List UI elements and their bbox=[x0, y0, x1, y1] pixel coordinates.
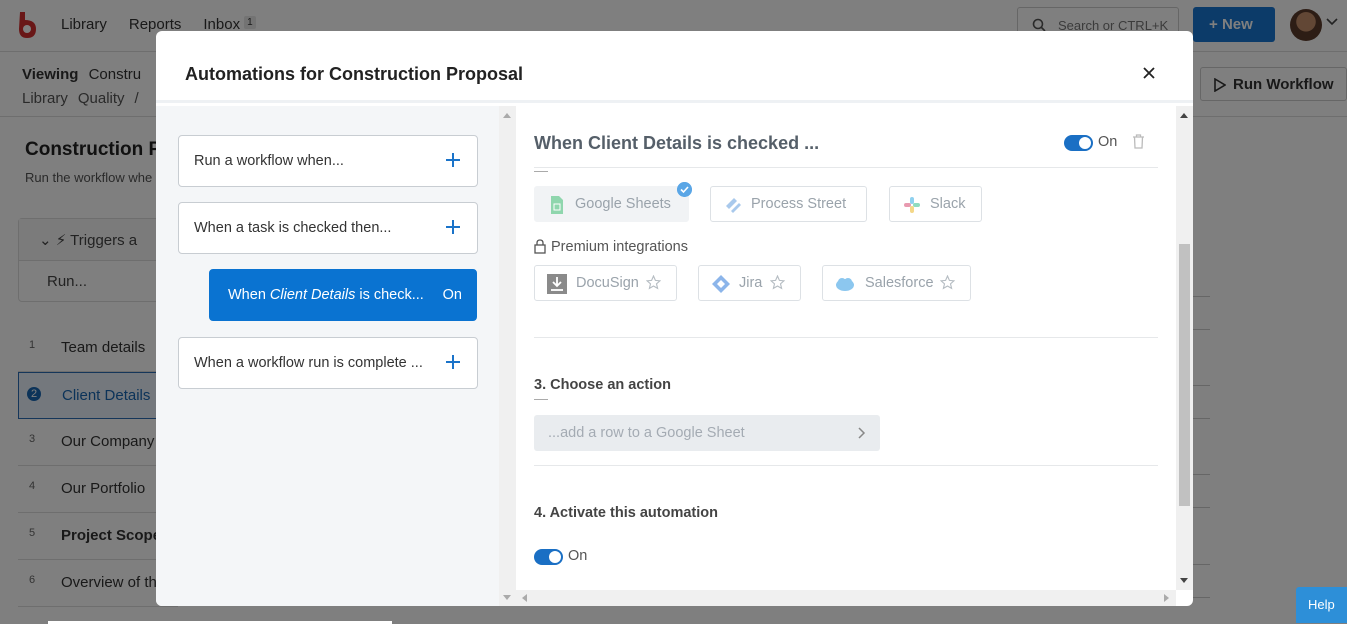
run-workflow-when-item[interactable]: Run a workflow when... bbox=[178, 135, 478, 187]
plus-icon[interactable] bbox=[445, 152, 461, 168]
scroll-down-icon[interactable] bbox=[503, 595, 511, 601]
action-label: ...add a row to a Google Sheet bbox=[548, 425, 745, 441]
scrollbar-thumb[interactable] bbox=[1179, 244, 1190, 506]
divider bbox=[534, 167, 1158, 168]
step3-heading: 3. Choose an action bbox=[534, 377, 671, 393]
right-scrollbar[interactable] bbox=[1176, 106, 1193, 590]
scroll-left-icon[interactable] bbox=[521, 594, 527, 602]
label-post: is check... bbox=[355, 287, 424, 303]
jira-option[interactable]: Jira bbox=[698, 265, 801, 301]
premium-label-text: Premium integrations bbox=[551, 239, 688, 255]
item-label: Run a workflow when... bbox=[194, 153, 344, 169]
activate-toggle[interactable] bbox=[534, 549, 563, 565]
automations-modal: Automations for Construction Proposal Ru… bbox=[156, 31, 1193, 606]
label-task-name: Client Details bbox=[269, 287, 356, 303]
scroll-up-icon[interactable] bbox=[503, 112, 511, 118]
option-label: Salesforce bbox=[865, 275, 934, 291]
item-label: When a workflow run is complete ... bbox=[194, 355, 423, 371]
automation-list: Run a workflow when... When a task is ch… bbox=[156, 106, 499, 606]
option-label: Jira bbox=[739, 275, 763, 291]
modal-title: Automations for Construction Proposal bbox=[185, 64, 524, 84]
premium-integrations-label: Premium integrations bbox=[534, 239, 688, 255]
automation-title: When Client Details is checked ... bbox=[534, 133, 820, 153]
choose-action-button[interactable]: ...add a row to a Google Sheet bbox=[534, 415, 880, 451]
scroll-down-icon[interactable] bbox=[1180, 578, 1188, 584]
salesforce-option[interactable]: Salesforce bbox=[822, 265, 971, 301]
workflow-run-complete-item[interactable]: When a workflow run is complete ... bbox=[178, 337, 478, 389]
activate-status: On bbox=[568, 548, 588, 564]
step4-heading: 4. Activate this automation bbox=[534, 505, 718, 521]
star-icon[interactable] bbox=[646, 275, 661, 290]
task-checked-item[interactable]: When a task is checked then... bbox=[178, 202, 478, 254]
lock-icon bbox=[534, 239, 546, 254]
plus-icon[interactable] bbox=[445, 354, 461, 370]
scroll-right-icon[interactable] bbox=[1164, 594, 1170, 602]
option-label: Google Sheets bbox=[575, 196, 671, 212]
plus-icon[interactable] bbox=[445, 219, 461, 235]
process-street-icon bbox=[726, 198, 741, 213]
jira-icon bbox=[712, 275, 730, 293]
automation-status: On bbox=[1098, 134, 1118, 150]
divider bbox=[534, 465, 1158, 466]
horizontal-scrollbar[interactable] bbox=[516, 590, 1176, 606]
scroll-up-icon[interactable] bbox=[1180, 112, 1188, 118]
star-icon[interactable] bbox=[770, 275, 785, 290]
google-sheets-option[interactable]: Google Sheets bbox=[534, 186, 689, 222]
item-label: When Client Details is check... bbox=[228, 287, 424, 303]
salesforce-icon bbox=[836, 278, 854, 291]
docusign-icon bbox=[547, 274, 567, 294]
process-street-option[interactable]: Process Street bbox=[710, 186, 867, 222]
item-label: When a task is checked then... bbox=[194, 220, 392, 236]
help-button[interactable]: Help bbox=[1296, 587, 1347, 623]
checkmark-icon bbox=[677, 182, 692, 197]
dash bbox=[534, 171, 548, 172]
automation-toggle[interactable] bbox=[1064, 135, 1093, 151]
option-label: DocuSign bbox=[576, 275, 639, 291]
label-pre: When bbox=[228, 287, 270, 303]
close-icon[interactable] bbox=[1142, 66, 1156, 80]
item-status: On bbox=[442, 287, 462, 303]
option-label: Slack bbox=[930, 196, 966, 212]
divider bbox=[534, 337, 1158, 338]
chevron-right-icon bbox=[858, 427, 866, 439]
left-scrollbar[interactable] bbox=[499, 106, 516, 606]
star-icon[interactable] bbox=[940, 275, 955, 290]
docusign-option[interactable]: DocuSign bbox=[534, 265, 677, 301]
google-sheets-icon bbox=[551, 196, 563, 214]
modal-header: Automations for Construction Proposal bbox=[156, 31, 1193, 103]
slack-icon bbox=[904, 197, 920, 213]
option-label: Process Street bbox=[751, 196, 847, 212]
client-details-automation-item[interactable]: When Client Details is check... On bbox=[209, 269, 477, 321]
slack-option[interactable]: Slack bbox=[889, 186, 982, 222]
dash bbox=[534, 399, 548, 400]
automation-detail: When Client Details is checked ... On Go… bbox=[516, 106, 1176, 590]
trash-icon[interactable] bbox=[1132, 134, 1145, 149]
